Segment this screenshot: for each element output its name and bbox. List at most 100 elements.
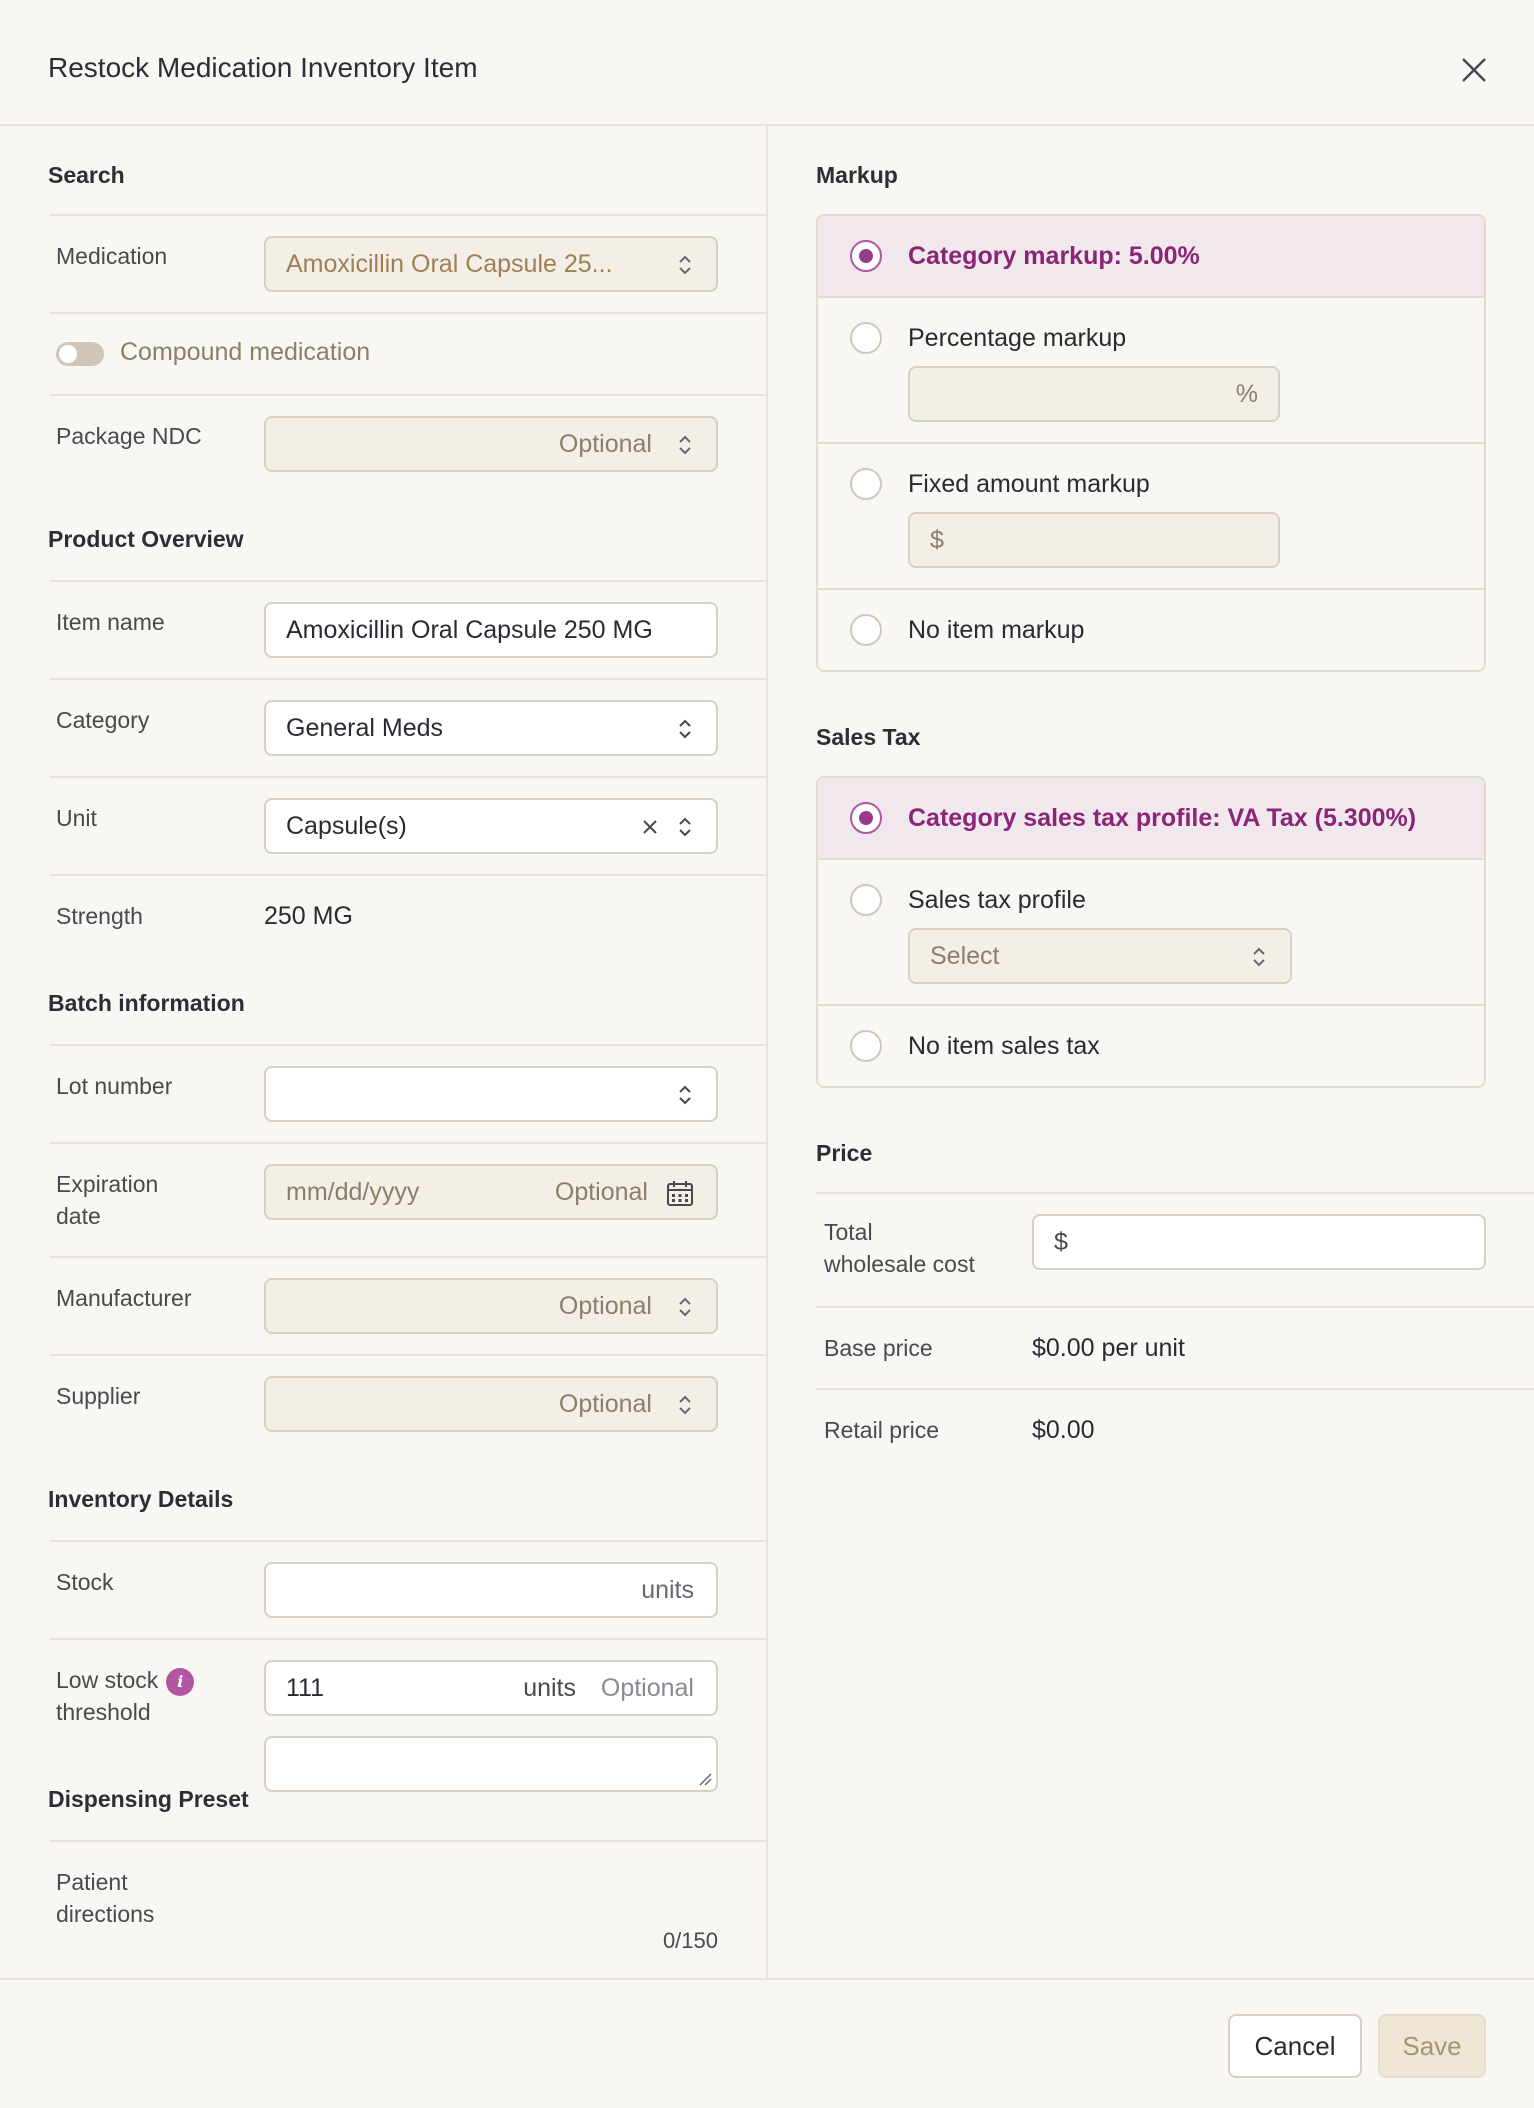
price-section-title: Price	[816, 1140, 873, 1166]
patient-directions-textarea[interactable]	[264, 1736, 718, 1792]
ndc-placeholder: Optional	[558, 430, 652, 458]
select-placeholder: Select	[930, 942, 1000, 970]
expiration-label-line1: Expiration	[56, 1171, 159, 1197]
percentage-markup-input[interactable]: %	[908, 366, 1280, 422]
base-price-value: $0.00 per unit	[1032, 1334, 1185, 1362]
low-stock-optional: Optional	[600, 1674, 694, 1702]
ndc-label: Package NDC	[56, 423, 202, 449]
percent-suffix: %	[1235, 380, 1258, 408]
save-button[interactable]: Save	[1378, 2014, 1486, 2078]
resize-handle-icon[interactable]	[698, 1772, 712, 1786]
dialog-footer: Cancel Save	[0, 1978, 1534, 2108]
sales-tax-option-profile[interactable]: Sales tax profile Select	[818, 858, 1484, 1004]
stock-unit: units	[641, 1576, 694, 1604]
sales-tax-profile-select[interactable]: Select	[908, 928, 1292, 984]
radio[interactable]	[850, 468, 882, 500]
divider	[50, 1256, 766, 1258]
chevron-updown-icon	[679, 435, 691, 455]
close-icon[interactable]	[1458, 54, 1490, 86]
category-value: General Meds	[286, 714, 444, 742]
markup-option-label: Percentage markup	[908, 324, 1127, 352]
dispensing-section-title: Dispensing Preset	[48, 1786, 249, 1812]
inventory-section-title: Inventory Details	[48, 1486, 234, 1512]
radio[interactable]	[850, 322, 882, 354]
sales-tax-option-category[interactable]: Category sales tax profile: VA Tax (5.30…	[818, 778, 1484, 860]
markup-option-category[interactable]: Category markup: 5.00%	[818, 216, 1484, 298]
item-name-label: Item name	[56, 609, 165, 635]
radio[interactable]	[850, 884, 882, 916]
directions-label-line2: directions	[56, 1901, 155, 1927]
directions-label: Patient directions	[56, 1866, 154, 1930]
low-stock-value: 111	[286, 1674, 325, 1702]
expiration-label: Expiration date	[56, 1168, 158, 1232]
divider	[50, 1354, 766, 1356]
dollar-prefix: $	[930, 526, 944, 554]
markup-option-fixed[interactable]: Fixed amount markup $	[818, 442, 1484, 588]
markup-option-label: Category markup: 5.00%	[908, 242, 1200, 270]
radio[interactable]	[850, 1030, 882, 1062]
lot-label: Lot number	[56, 1073, 173, 1099]
markup-option-label: Fixed amount markup	[908, 470, 1150, 498]
stock-input[interactable]: units	[264, 1562, 718, 1618]
markup-option-none[interactable]: No item markup	[818, 588, 1484, 670]
medication-value: Amoxicillin Oral Capsule 25...	[286, 250, 613, 278]
sales-tax-option-label: No item sales tax	[908, 1032, 1100, 1060]
radio-selected[interactable]	[850, 240, 882, 272]
left-column: Search Medication Amoxicillin Oral Capsu…	[0, 126, 766, 1978]
radio-selected[interactable]	[850, 802, 882, 834]
supplier-label: Supplier	[56, 1383, 141, 1409]
lot-number-select[interactable]	[264, 1066, 718, 1122]
wholesale-label-line1: Total	[824, 1219, 873, 1245]
supplier-select[interactable]: Optional	[264, 1376, 718, 1432]
wholesale-cost-input[interactable]: $	[1032, 1214, 1486, 1270]
base-price-label: Base price	[824, 1335, 933, 1361]
chevron-updown-icon	[679, 719, 691, 739]
divider	[816, 1306, 1534, 1308]
cancel-button[interactable]: Cancel	[1228, 2014, 1362, 2078]
retail-price-value: $0.00	[1032, 1416, 1095, 1444]
sales-tax-option-none[interactable]: No item sales tax	[818, 1004, 1484, 1086]
divider	[50, 678, 766, 680]
item-name-input[interactable]: Amoxicillin Oral Capsule 250 MG	[264, 602, 718, 658]
low-stock-unit: units	[523, 1674, 576, 1702]
search-section-title: Search	[48, 162, 125, 188]
compound-toggle[interactable]	[56, 342, 104, 366]
divider	[50, 1044, 766, 1046]
divider	[50, 394, 766, 396]
strength-value: 250 MG	[264, 902, 353, 930]
expiration-date-input[interactable]: mm/dd/yyyy Optional	[264, 1164, 718, 1220]
radio[interactable]	[850, 614, 882, 646]
category-select[interactable]: General Meds	[264, 700, 718, 756]
compound-label: Compound medication	[120, 338, 371, 366]
category-label: Category	[56, 707, 150, 733]
expiration-optional: Optional	[554, 1178, 648, 1206]
ndc-select[interactable]: Optional	[264, 416, 718, 472]
divider	[50, 1638, 766, 1640]
unit-select[interactable]: Capsule(s)	[264, 798, 718, 854]
markup-section-title: Markup	[816, 162, 898, 188]
info-icon[interactable]: i	[166, 1667, 195, 1696]
divider	[50, 1142, 766, 1144]
batch-section-title: Batch information	[48, 990, 245, 1016]
product-section-title: Product Overview	[48, 526, 244, 552]
wholesale-label: Total wholesale cost	[824, 1216, 975, 1280]
manufacturer-label: Manufacturer	[56, 1285, 192, 1311]
chevron-updown-icon	[679, 1085, 691, 1105]
divider	[816, 1192, 1534, 1194]
calendar-icon[interactable]	[666, 1179, 694, 1207]
markup-option-percentage[interactable]: Percentage markup %	[818, 296, 1484, 442]
low-stock-input[interactable]: 111 units Optional	[264, 1660, 718, 1716]
low-stock-label: Low stock i threshold	[56, 1664, 195, 1728]
medication-label: Medication	[56, 243, 168, 269]
clear-icon[interactable]	[642, 819, 658, 835]
divider	[50, 214, 766, 216]
chevron-updown-icon	[679, 255, 691, 275]
expiration-label-line2: date	[56, 1203, 101, 1229]
medication-select[interactable]: Amoxicillin Oral Capsule 25...	[264, 236, 718, 292]
low-stock-label-line2: threshold	[56, 1699, 151, 1725]
chevron-updown-icon	[1253, 947, 1265, 967]
character-counter: 0/150	[662, 1928, 718, 1953]
fixed-markup-input[interactable]: $	[908, 512, 1280, 568]
divider	[50, 312, 766, 314]
manufacturer-select[interactable]: Optional	[264, 1278, 718, 1334]
